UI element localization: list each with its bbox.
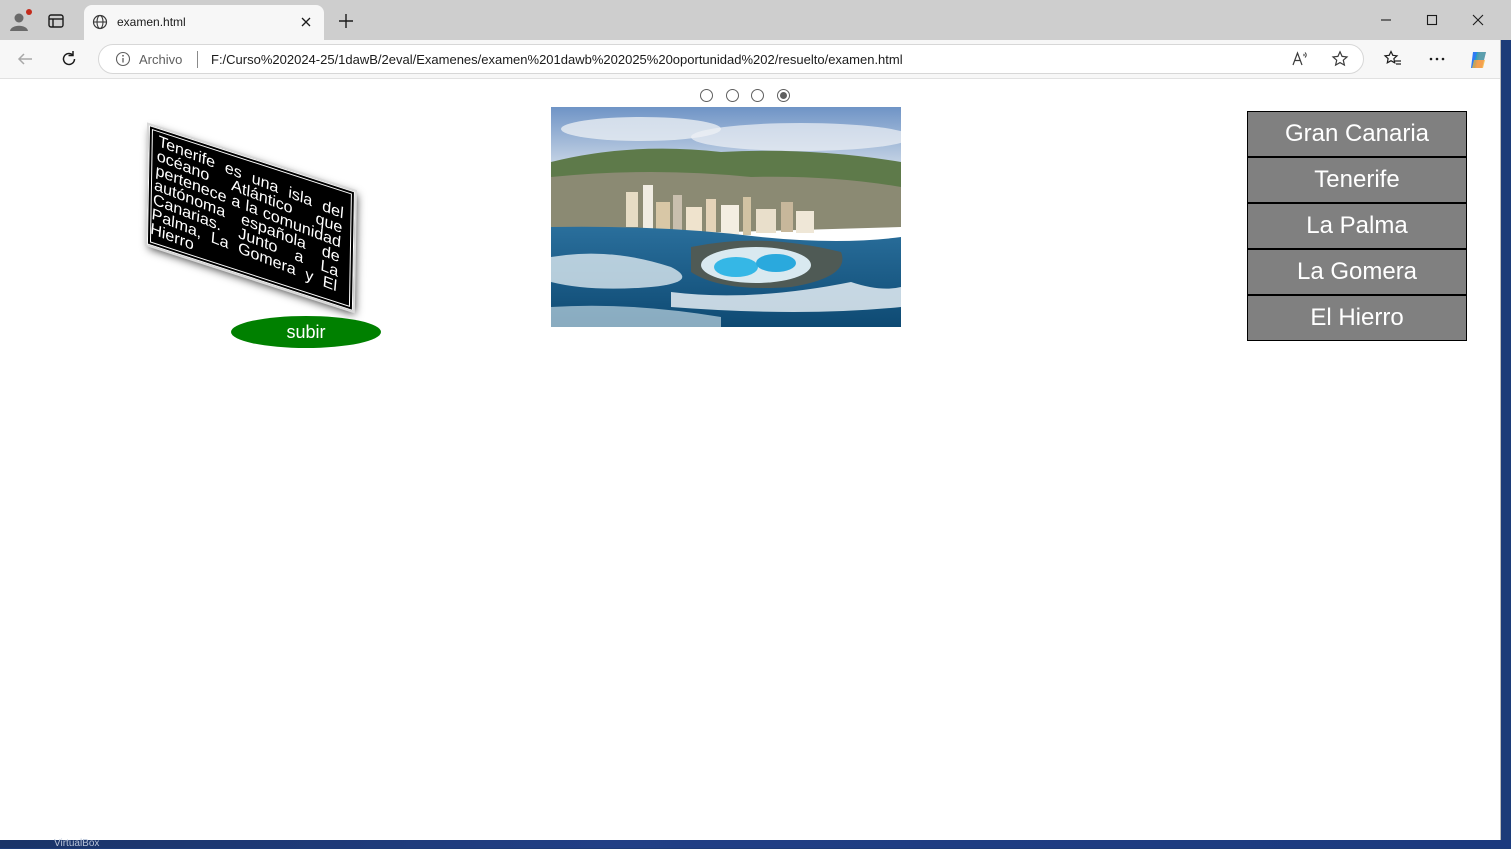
browser-window: examen.html Archivo F:/Curso%202024-25/1… (0, 0, 1511, 841)
address-separator (197, 51, 198, 68)
island-info-box: Tenerife es una isla del océano Atlántic… (144, 121, 357, 315)
island-menu-item[interactable]: Gran Canaria (1247, 111, 1467, 157)
browser-toolbar: Archivo F:/Curso%202024-25/1dawB/2eval/E… (0, 40, 1500, 79)
tenerife-aerial-image (551, 107, 901, 327)
slide-selector (700, 89, 800, 105)
slide-radio-1[interactable] (700, 89, 713, 102)
address-bar[interactable]: Archivo F:/Curso%202024-25/1dawB/2eval/E… (98, 44, 1364, 74)
page-content: Tenerife es una isla del océano Atlántic… (1, 79, 1499, 839)
new-tab-icon[interactable] (337, 12, 355, 30)
globe-icon (92, 14, 108, 30)
taskbar-label: VirtualBox (54, 838, 100, 849)
back-arrow-icon[interactable] (15, 49, 35, 69)
notification-dot (26, 9, 32, 15)
slide-radio-2[interactable] (725, 89, 739, 102)
close-tab-icon[interactable] (298, 14, 314, 30)
island-menu-item[interactable]: Tenerife (1247, 157, 1467, 203)
island-menu-item[interactable]: El Hierro (1247, 295, 1467, 341)
info-icon[interactable] (115, 51, 131, 67)
island-menu-item[interactable]: La Gomera (1247, 249, 1467, 295)
read-aloud-icon[interactable] (1291, 50, 1309, 68)
island-menu: Gran Canaria Tenerife La Palma La Gomera El … (1247, 111, 1467, 341)
tab-strip: examen.html (0, 0, 1511, 40)
tab-examen[interactable]: examen.html (84, 5, 324, 40)
slide-radio-3[interactable] (751, 89, 764, 102)
tab-title: examen.html (117, 15, 186, 29)
reload-icon[interactable] (59, 49, 79, 69)
more-options-icon[interactable] (1427, 49, 1447, 69)
subir-button[interactable]: subir (231, 316, 381, 348)
maximize-icon[interactable] (1422, 10, 1442, 30)
favorite-star-icon[interactable] (1331, 50, 1349, 68)
minimize-icon[interactable] (1376, 10, 1396, 30)
tab-actions-icon[interactable] (46, 11, 66, 31)
address-prefix: Archivo (139, 52, 183, 67)
island-menu-item[interactable]: La Palma (1247, 203, 1467, 249)
slide-radio-4[interactable] (776, 89, 790, 102)
copilot-icon[interactable] (1468, 49, 1488, 69)
desktop-background (0, 840, 1511, 848)
tenerife-photo (551, 107, 901, 327)
island-info-text: Tenerife es una isla del océano Atlántic… (149, 133, 345, 296)
close-window-icon[interactable] (1468, 10, 1488, 30)
favorites-icon[interactable] (1383, 49, 1403, 69)
url-text[interactable]: F:/Curso%202024-25/1dawB/2eval/Examenes/… (211, 52, 903, 67)
profile-icon[interactable] (8, 9, 32, 32)
